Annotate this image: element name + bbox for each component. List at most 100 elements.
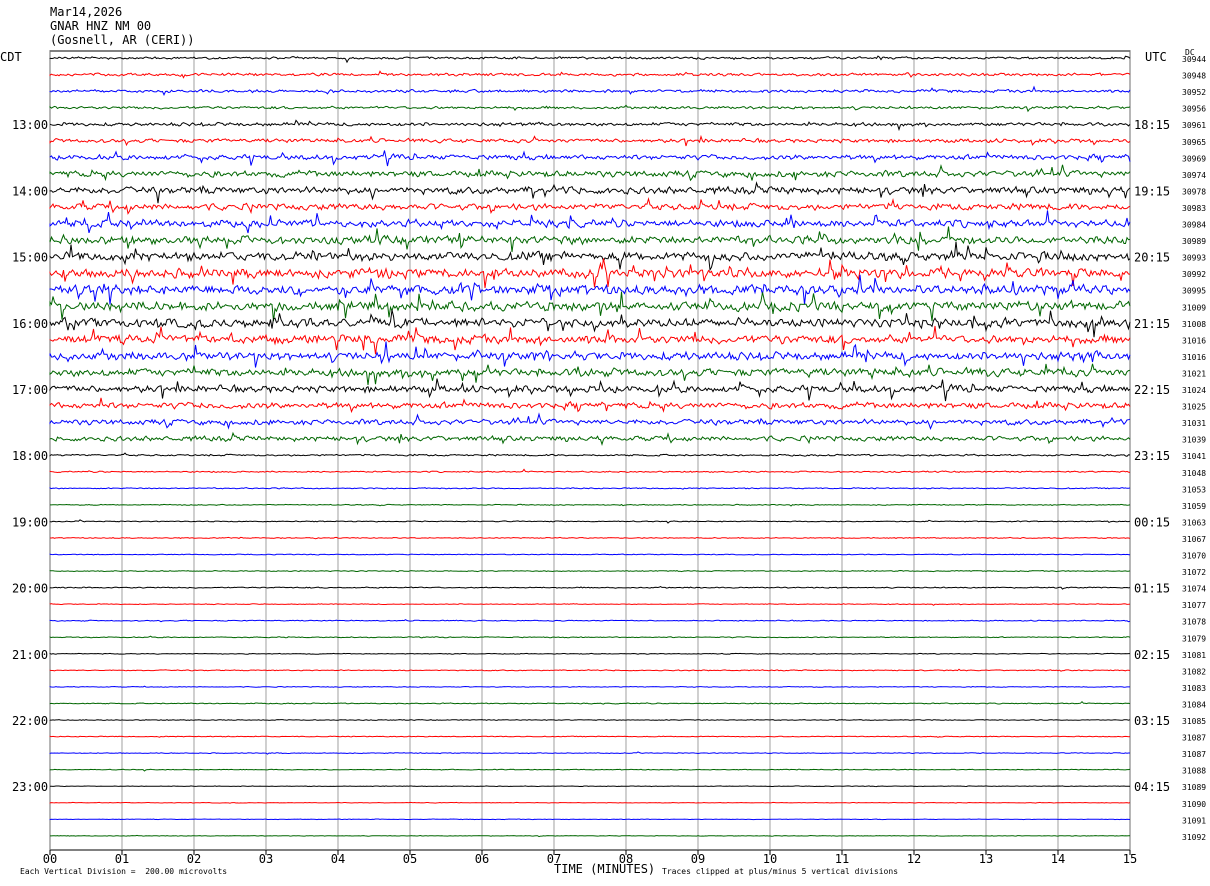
- trace-line: [49, 196, 1131, 215]
- trace-line: [49, 652, 1130, 655]
- dc-header: DC: [1185, 48, 1195, 57]
- dc-offset-label: 31087: [1182, 750, 1206, 759]
- trace-line: [49, 685, 1130, 688]
- x-tick-label: 04: [331, 852, 345, 866]
- x-tick-label: 14: [1051, 852, 1065, 866]
- trace-line: [49, 378, 1131, 402]
- dc-offset-label: 31070: [1182, 552, 1206, 561]
- trace-line: [49, 181, 1131, 204]
- x-tick-label: 00: [43, 852, 57, 866]
- dc-offset-label: 31087: [1182, 734, 1206, 743]
- right-hour-label: 03:15: [1134, 714, 1170, 728]
- trace-line: [49, 104, 1131, 113]
- dc-offset-label: 31025: [1182, 403, 1206, 412]
- trace-line: [49, 751, 1130, 755]
- dc-offset-label: 30956: [1182, 105, 1206, 114]
- left-hour-label: 16:00: [12, 317, 48, 331]
- trace-line: [49, 325, 1131, 355]
- dc-offset-label: 30974: [1182, 171, 1206, 180]
- trace-line: [49, 586, 1131, 590]
- dc-offset-label: 31092: [1182, 833, 1206, 842]
- left-hour-label: 22:00: [12, 714, 48, 728]
- trace-line: [49, 487, 1131, 490]
- trace-line: [49, 274, 1131, 305]
- left-hour-label: 19:00: [12, 515, 48, 529]
- trace-line: [49, 635, 1131, 639]
- right-hour-label: 02:15: [1134, 648, 1170, 662]
- trace-line: [49, 619, 1131, 623]
- trace-line: [49, 768, 1131, 772]
- trace-line: [49, 519, 1131, 524]
- dc-offset-label: 30995: [1182, 287, 1206, 296]
- left-hour-label: 18:00: [12, 449, 48, 463]
- dc-offset-label: 31077: [1182, 601, 1206, 610]
- dc-offset-label: 31088: [1182, 767, 1206, 776]
- dc-offset-label: 30952: [1182, 88, 1206, 97]
- left-hour-label: 14:00: [12, 184, 48, 198]
- dc-offset-label: 30948: [1182, 72, 1206, 81]
- dc-offset-label: 31090: [1182, 800, 1206, 809]
- right-hour-label: 19:15: [1134, 184, 1170, 198]
- right-hour-label: 21:15: [1134, 317, 1170, 331]
- dc-offset-label: 30965: [1182, 138, 1206, 147]
- dc-offset-label: 31053: [1182, 485, 1206, 494]
- trace-line: [49, 785, 1130, 788]
- location-label: (Gosnell, AR (CERI)): [50, 33, 195, 47]
- right-hour-label: 18:15: [1134, 118, 1170, 132]
- trace-line: [49, 309, 1131, 338]
- trace-line: [49, 553, 1131, 556]
- trace-line: [49, 258, 1131, 289]
- left-hour-label: 15:00: [12, 251, 48, 265]
- dc-offset-label: 31024: [1182, 386, 1206, 395]
- dc-offset-label: 31082: [1182, 667, 1206, 676]
- trace-line: [49, 452, 1131, 457]
- right-hour-label: 00:15: [1134, 515, 1170, 529]
- seismic-traces: [49, 55, 1131, 838]
- dc-offset-label: 31081: [1182, 651, 1206, 660]
- trace-line: [49, 55, 1131, 64]
- left-hour-label: 17:00: [12, 383, 48, 397]
- right-hour-label: 23:15: [1134, 449, 1170, 463]
- dc-offset-label: 31074: [1182, 585, 1206, 594]
- trace-line: [49, 700, 1131, 705]
- trace-line: [49, 363, 1131, 386]
- left-hour-label: 21:00: [12, 648, 48, 662]
- x-axis-title: TIME (MINUTES): [554, 862, 656, 876]
- dc-offset-label: 30969: [1182, 154, 1206, 163]
- trace-line: [49, 241, 1131, 272]
- dc-offset-label: 31016: [1182, 336, 1206, 345]
- dc-offset-label: 31083: [1182, 684, 1206, 693]
- dc-offset-label: 31063: [1182, 518, 1206, 527]
- trace-line: [49, 431, 1131, 446]
- trace-line: [49, 85, 1131, 97]
- dc-offset-label: 31084: [1182, 700, 1206, 709]
- helicorder-plot: 00 01 02 03 04 05 06 07 08 09 10 11 12 13 14 1530944309…: [12, 50, 1206, 866]
- trace-line: [49, 163, 1131, 182]
- dc-offset-label: 31008: [1182, 320, 1206, 329]
- dc-offset-label: 31091: [1182, 816, 1206, 825]
- trace-line: [49, 291, 1131, 322]
- trace-line: [49, 569, 1131, 573]
- trace-line: [50, 503, 1131, 507]
- x-tick-label: 05: [403, 852, 417, 866]
- time-grid: [49, 50, 1131, 855]
- trace-line: [49, 341, 1131, 368]
- x-tick-label: 15: [1123, 852, 1137, 866]
- trace-line: [49, 150, 1131, 167]
- dc-offset-label: 30989: [1182, 237, 1206, 246]
- trace-line: [49, 397, 1131, 414]
- trace-line: [49, 468, 1131, 474]
- left-hour-label: 13:00: [12, 118, 48, 132]
- trace-line: [49, 603, 1131, 606]
- dc-offset-label: 30993: [1182, 254, 1206, 263]
- dc-offset-label: 31059: [1182, 502, 1206, 511]
- x-tick-label: 03: [259, 852, 273, 866]
- trace-line: [49, 818, 1131, 821]
- x-tick-label: 12: [907, 852, 921, 866]
- x-tick-label: 02: [187, 852, 201, 866]
- x-tick-label: 13: [979, 852, 993, 866]
- right-hour-label: 20:15: [1134, 251, 1170, 265]
- dc-offset-label: 31089: [1182, 783, 1206, 792]
- station-label: GNAR HNZ NM 00: [50, 19, 152, 33]
- trace-line: [49, 210, 1131, 234]
